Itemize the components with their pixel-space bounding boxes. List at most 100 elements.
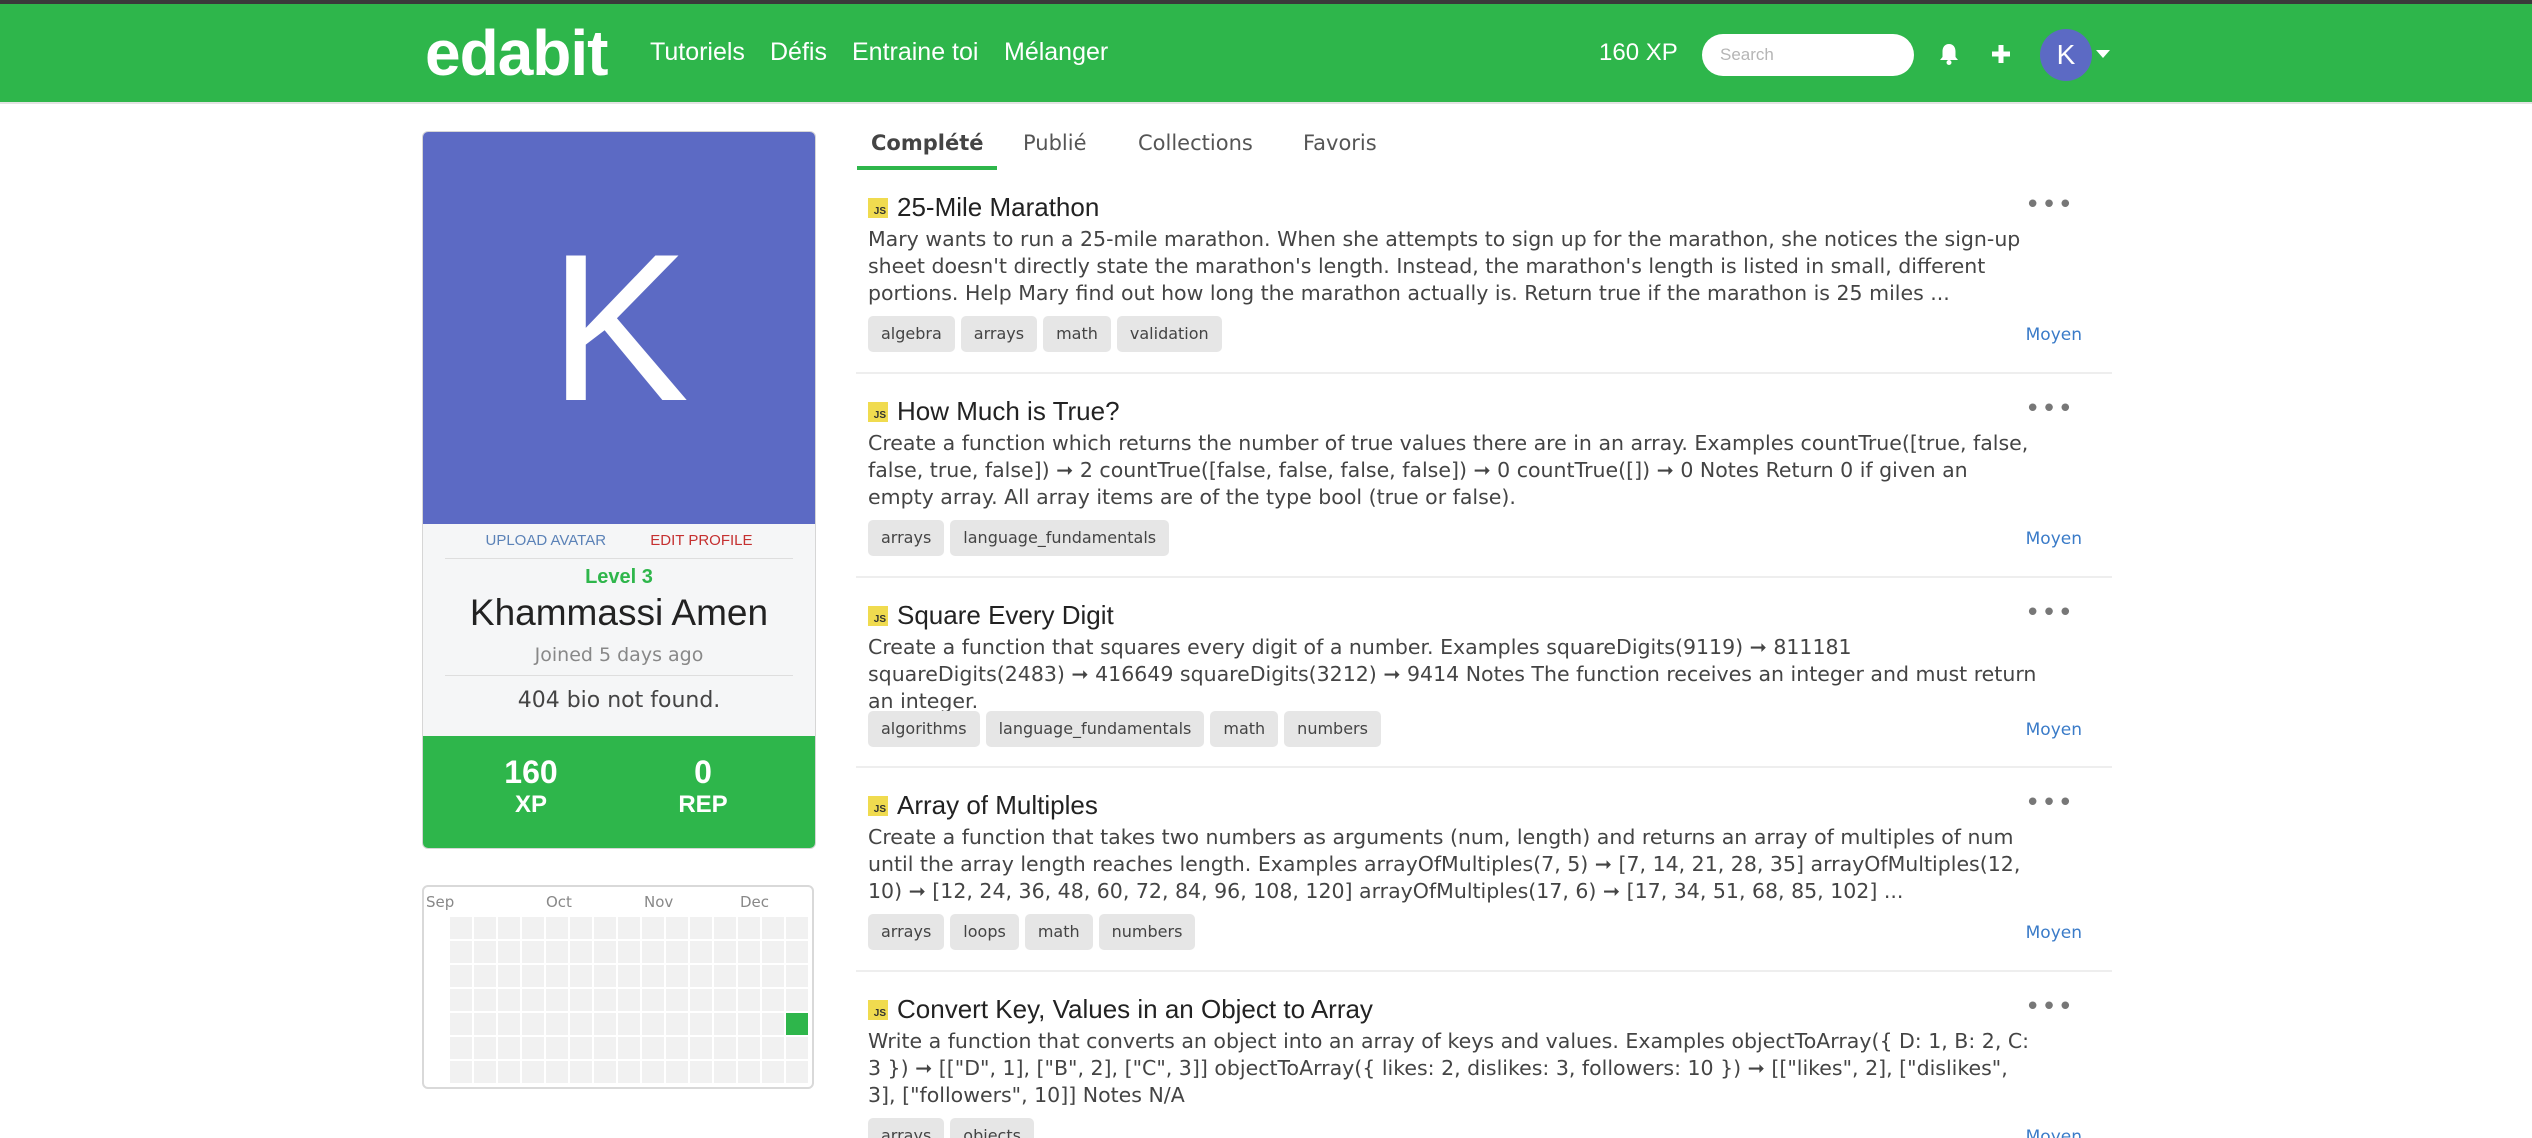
challenge-title[interactable]: JS 25-Mile Marathon bbox=[868, 192, 1099, 223]
javascript-icon: JS bbox=[868, 999, 888, 1020]
tab-collections[interactable]: Collections bbox=[1124, 128, 1267, 170]
calendar-day bbox=[522, 1013, 544, 1035]
calendar-day bbox=[666, 989, 688, 1011]
more-options-icon[interactable]: ••• bbox=[2025, 192, 2074, 218]
challenge-item[interactable]: JS Array of Multiples ••• Create a funct… bbox=[856, 790, 2112, 972]
calendar-day bbox=[738, 1061, 760, 1083]
calendar-day bbox=[642, 1061, 664, 1083]
calendar-day bbox=[474, 989, 496, 1011]
calendar-day bbox=[714, 917, 736, 939]
tag[interactable]: validation bbox=[1116, 316, 1222, 352]
tag[interactable]: arrays bbox=[960, 316, 1038, 352]
nav-link-tutoriels[interactable]: Tutoriels bbox=[650, 38, 745, 67]
challenge-title-text[interactable]: Convert Key, Values in an Object to Arra… bbox=[897, 994, 1373, 1025]
calendar-day bbox=[666, 1013, 688, 1035]
challenge-title-text[interactable]: Square Every Digit bbox=[897, 600, 1114, 631]
caret-down-icon[interactable] bbox=[2096, 50, 2110, 58]
calendar-day bbox=[738, 941, 760, 963]
more-options-icon[interactable]: ••• bbox=[2025, 600, 2074, 626]
nav-link-entraine-toi[interactable]: Entraine toi bbox=[852, 38, 978, 67]
user-name: Khammassi Amen bbox=[469, 592, 769, 633]
calendar-day bbox=[618, 1061, 640, 1083]
calendar-day bbox=[570, 1013, 592, 1035]
calendar-day bbox=[762, 965, 784, 987]
nav-link-defis[interactable]: Défis bbox=[770, 38, 827, 67]
tag[interactable]: algebra bbox=[868, 316, 955, 352]
difficulty-label: Moyen bbox=[2025, 923, 2082, 943]
calendar-day bbox=[570, 965, 592, 987]
tag[interactable]: arrays bbox=[868, 914, 945, 950]
calendar-day bbox=[594, 965, 616, 987]
calendar-month: Sep bbox=[426, 893, 455, 911]
nav-link-melanger[interactable]: Mélanger bbox=[1004, 38, 1108, 67]
edit-profile-link[interactable]: EDIT PROFILE bbox=[650, 532, 752, 549]
tag[interactable]: numbers bbox=[1098, 914, 1196, 950]
tab-favoris[interactable]: Favoris bbox=[1289, 128, 1391, 170]
calendar-day bbox=[546, 1061, 568, 1083]
calendar-day bbox=[546, 917, 568, 939]
calendar-day bbox=[690, 1061, 712, 1083]
calendar-grid bbox=[450, 917, 808, 1083]
challenge-title-text[interactable]: How Much is True? bbox=[897, 396, 1120, 427]
more-options-icon[interactable]: ••• bbox=[2025, 994, 2074, 1020]
calendar-day bbox=[642, 989, 664, 1011]
challenge-title[interactable]: JS Convert Key, Values in an Object to A… bbox=[868, 994, 1373, 1025]
calendar-day bbox=[594, 989, 616, 1011]
more-options-icon[interactable]: ••• bbox=[2025, 790, 2074, 816]
tag[interactable]: math bbox=[1043, 316, 1111, 352]
challenge-item[interactable]: JS How Much is True? ••• Create a functi… bbox=[856, 396, 2112, 578]
joined-date: Joined 5 days ago bbox=[534, 644, 704, 666]
calendar-day bbox=[618, 989, 640, 1011]
tag[interactable]: arrays bbox=[868, 1118, 945, 1138]
stat-rep-value: 0 bbox=[694, 754, 712, 790]
tag[interactable]: math bbox=[1210, 711, 1279, 747]
challenge-title[interactable]: JS How Much is True? bbox=[868, 396, 1120, 427]
calendar-day bbox=[522, 917, 544, 939]
stat-xp: 160 XP bbox=[433, 754, 629, 820]
tab-complete[interactable]: Complété bbox=[857, 128, 998, 170]
logo[interactable]: edabit bbox=[425, 16, 608, 90]
calendar-day bbox=[666, 1037, 688, 1059]
calendar-day bbox=[546, 965, 568, 987]
calendar-day bbox=[714, 965, 736, 987]
challenge-item[interactable]: JS Convert Key, Values in an Object to A… bbox=[856, 994, 2112, 1138]
calendar-day bbox=[594, 941, 616, 963]
calendar-day bbox=[786, 989, 808, 1011]
calendar-day bbox=[498, 965, 520, 987]
tag[interactable]: numbers bbox=[1284, 711, 1381, 747]
calendar-day bbox=[522, 941, 544, 963]
tag[interactable]: language_fundamentals bbox=[985, 711, 1205, 747]
challenge-title-text[interactable]: Array of Multiples bbox=[897, 790, 1098, 821]
calendar-day bbox=[594, 1061, 616, 1083]
tag[interactable]: algorithms bbox=[868, 711, 980, 747]
calendar-day bbox=[522, 1061, 544, 1083]
plus-icon[interactable] bbox=[1985, 36, 2017, 72]
calendar-day bbox=[642, 917, 664, 939]
javascript-icon: JS bbox=[868, 605, 888, 626]
tag[interactable]: math bbox=[1024, 914, 1093, 950]
tag[interactable]: arrays bbox=[868, 520, 945, 556]
challenge-item[interactable]: JS Square Every Digit ••• Create a funct… bbox=[856, 600, 2112, 768]
challenge-title[interactable]: JS Square Every Digit bbox=[868, 600, 1114, 631]
javascript-icon: JS bbox=[868, 795, 888, 816]
challenge-item[interactable]: JS 25-Mile Marathon ••• Mary wants to ru… bbox=[856, 192, 2112, 374]
difficulty-label: Moyen bbox=[2025, 325, 2082, 345]
tag[interactable]: loops bbox=[950, 914, 1019, 950]
tag-list: algebra arrays math validation bbox=[868, 316, 1228, 352]
challenge-title[interactable]: JS Array of Multiples bbox=[868, 790, 1098, 821]
calendar-month: Dec bbox=[740, 893, 770, 911]
calendar-day bbox=[666, 941, 688, 963]
tag[interactable]: language_fundamentals bbox=[950, 520, 1170, 556]
user-avatar[interactable]: K bbox=[2040, 29, 2092, 81]
search-input[interactable] bbox=[1702, 34, 1914, 76]
bell-icon[interactable] bbox=[1933, 36, 1965, 72]
more-options-icon[interactable]: ••• bbox=[2025, 396, 2074, 422]
tag[interactable]: objects bbox=[950, 1118, 1034, 1138]
calendar-day bbox=[642, 965, 664, 987]
calendar-day bbox=[690, 965, 712, 987]
challenge-title-text[interactable]: 25-Mile Marathon bbox=[897, 192, 1099, 223]
calendar-day bbox=[450, 1061, 472, 1083]
upload-avatar-link[interactable]: UPLOAD AVATAR bbox=[485, 532, 606, 549]
calendar-day bbox=[738, 1013, 760, 1035]
tab-publie[interactable]: Publié bbox=[1009, 128, 1101, 170]
